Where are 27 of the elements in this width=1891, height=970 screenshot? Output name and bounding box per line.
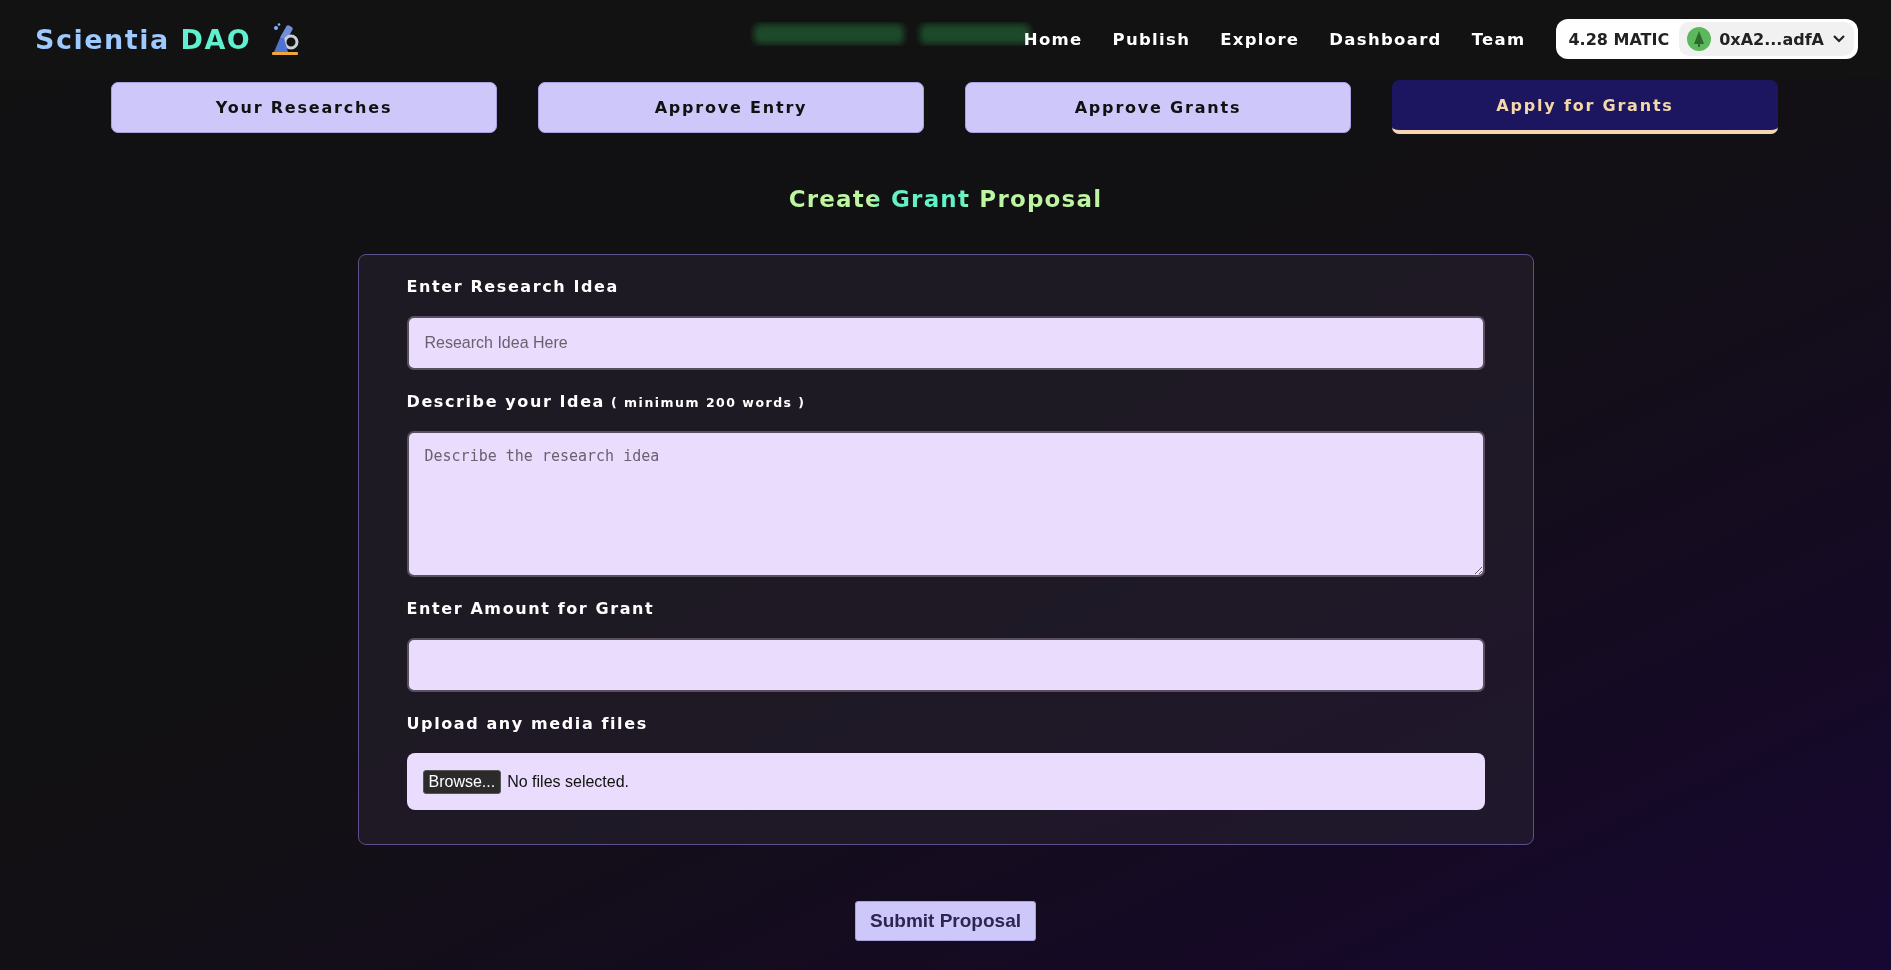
nav-link[interactable]: Team (1456, 23, 1541, 55)
field-label: Upload any media files (406, 714, 649, 733)
account-button[interactable]: 0xA2...adfA (1679, 22, 1854, 56)
nav-link[interactable]: Dashboard (1314, 23, 1457, 55)
wallet-balance: 4.28 MATIC (1568, 29, 1670, 49)
field-label: Enter Research Idea (406, 277, 620, 296)
field-hint: ( minimum 200 words ) (611, 395, 806, 410)
text-area[interactable]: Describe the research idea (406, 431, 1485, 577)
nav-link[interactable]: Explore (1205, 23, 1315, 55)
tab[interactable]: Approve Grants (965, 82, 1351, 133)
nav-link[interactable]: Home (1008, 23, 1098, 55)
file-upload-field[interactable]: Browse... No files selected. (406, 753, 1485, 810)
tab[interactable]: Approve Entry (538, 82, 924, 133)
chevron-down-icon (1832, 34, 1846, 44)
tree-avatar-icon (1687, 27, 1712, 51)
submit-button[interactable]: Submit Proposal (855, 901, 1036, 941)
tab[interactable]: Apply for Grants (1392, 80, 1778, 134)
input-field[interactable] (406, 638, 1485, 692)
tab[interactable]: Your Researches (111, 82, 497, 133)
wallet-widget[interactable]: 4.28 MATIC 0xA2...adfA (1556, 19, 1858, 59)
form-title: Create Grant Proposal (788, 186, 1103, 212)
field-label: Enter Amount for Grant (406, 599, 656, 618)
input-field[interactable]: Research Idea Here (406, 316, 1485, 370)
browse-button[interactable]: Browse... (422, 769, 502, 794)
file-status: No files selected. (507, 772, 630, 791)
nav-link[interactable]: Publish (1097, 23, 1206, 55)
field-label: Describe your Idea (406, 392, 606, 411)
